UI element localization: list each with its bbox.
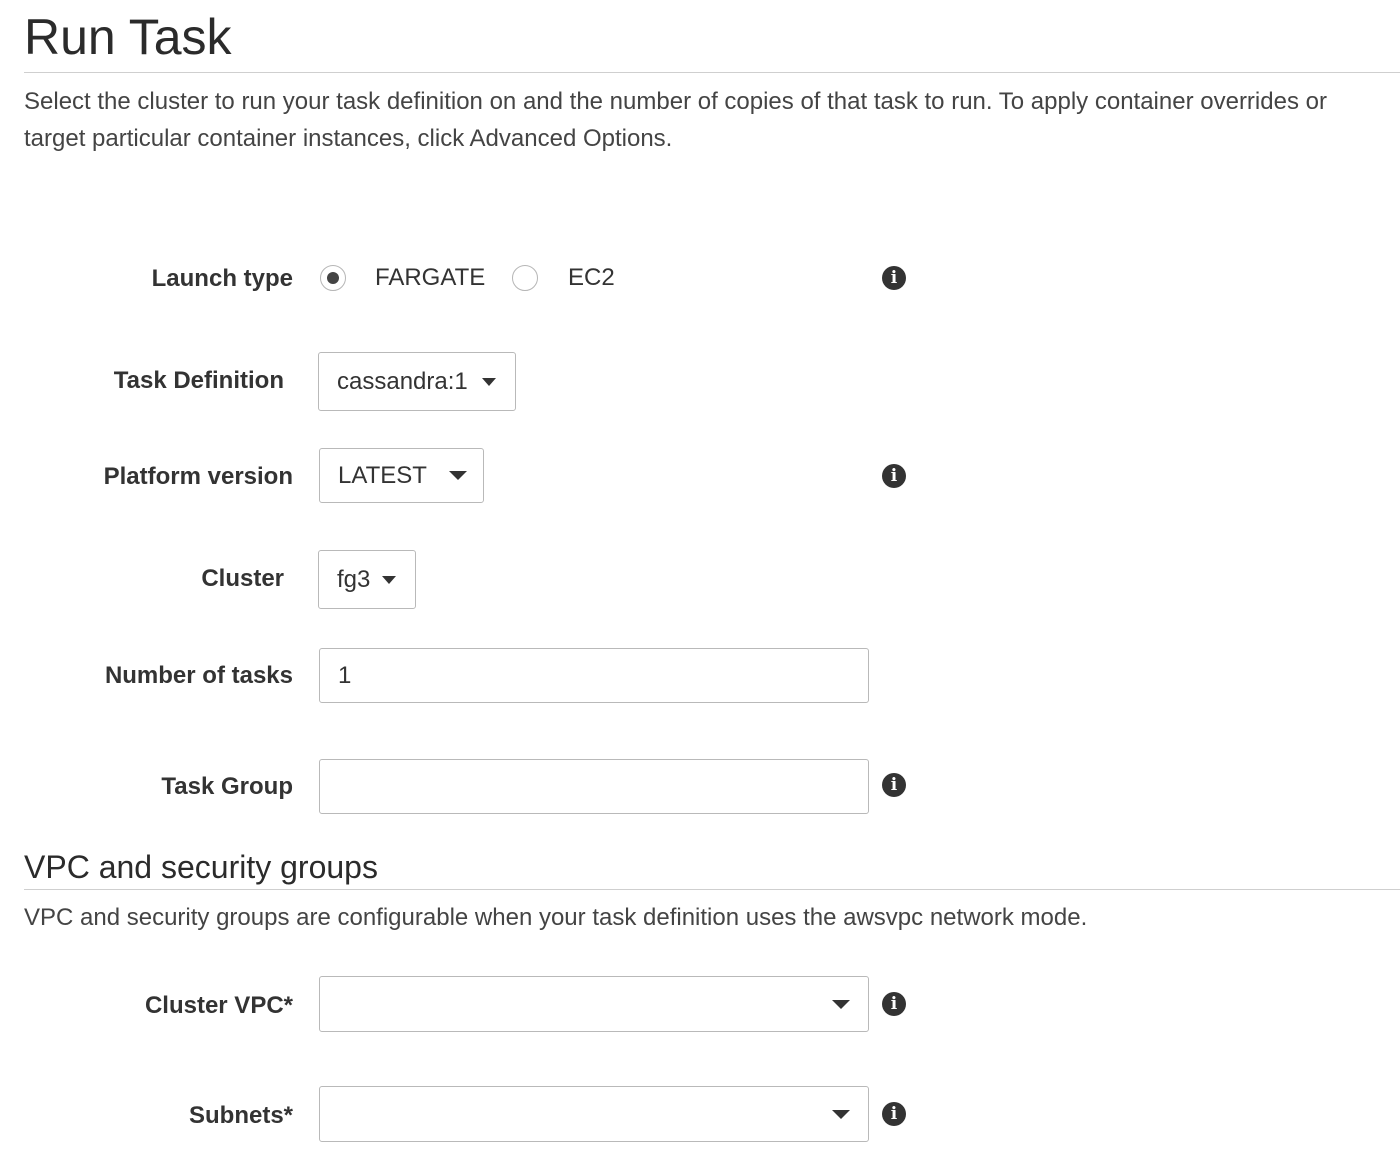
vpc-section-title: VPC and security groups	[24, 849, 378, 885]
chevron-down-icon	[448, 471, 467, 480]
launch-type-fargate-radio[interactable]	[320, 265, 346, 291]
platform-version-value: LATEST	[338, 461, 427, 489]
number-of-tasks-input[interactable]: 1	[319, 648, 869, 703]
launch-type-fargate-label[interactable]: FARGATE	[375, 264, 485, 292]
vpc-section-description: VPC and security groups are configurable…	[24, 904, 1088, 931]
chevron-down-icon	[481, 377, 496, 386]
cluster-label: Cluster	[201, 565, 284, 592]
number-of-tasks-label: Number of tasks	[104, 662, 293, 689]
launch-type-label: Launch type	[151, 265, 293, 292]
cluster-vpc-select[interactable]	[319, 976, 869, 1032]
task-definition-value: cassandra:1	[337, 367, 468, 395]
cluster-vpc-info-icon[interactable]: i	[882, 992, 906, 1016]
title-divider	[24, 72, 1400, 73]
task-group-info-icon[interactable]: i	[882, 773, 906, 797]
subnets-info-icon[interactable]: i	[882, 1102, 906, 1126]
number-of-tasks-value: 1	[338, 661, 352, 689]
task-definition-label: Task Definition	[113, 367, 284, 394]
task-group-label: Task Group	[161, 773, 293, 800]
subnets-label: Subnets*	[188, 1102, 293, 1129]
cluster-value: fg3	[337, 565, 371, 593]
launch-type-ec2-radio[interactable]	[512, 265, 538, 291]
chevron-down-icon	[832, 1110, 850, 1119]
platform-version-select[interactable]: LATEST	[319, 448, 484, 503]
platform-version-info-icon[interactable]: i	[882, 464, 906, 488]
launch-type-info-icon[interactable]: i	[882, 266, 906, 290]
subnets-select[interactable]	[319, 1086, 869, 1142]
launch-type-ec2-label[interactable]: EC2	[568, 264, 615, 292]
page-description: Select the cluster to run your task defi…	[24, 88, 1327, 152]
chevron-down-icon	[832, 1000, 850, 1009]
cluster-vpc-label: Cluster VPC*	[144, 992, 293, 1019]
task-group-input[interactable]	[319, 759, 869, 814]
cluster-select[interactable]: fg3	[318, 550, 416, 609]
page-title: Run Task	[24, 9, 232, 65]
task-definition-select[interactable]: cassandra:1	[318, 352, 516, 411]
vpc-section-divider	[24, 889, 1400, 890]
chevron-down-icon	[382, 575, 397, 584]
platform-version-label: Platform version	[103, 463, 293, 490]
